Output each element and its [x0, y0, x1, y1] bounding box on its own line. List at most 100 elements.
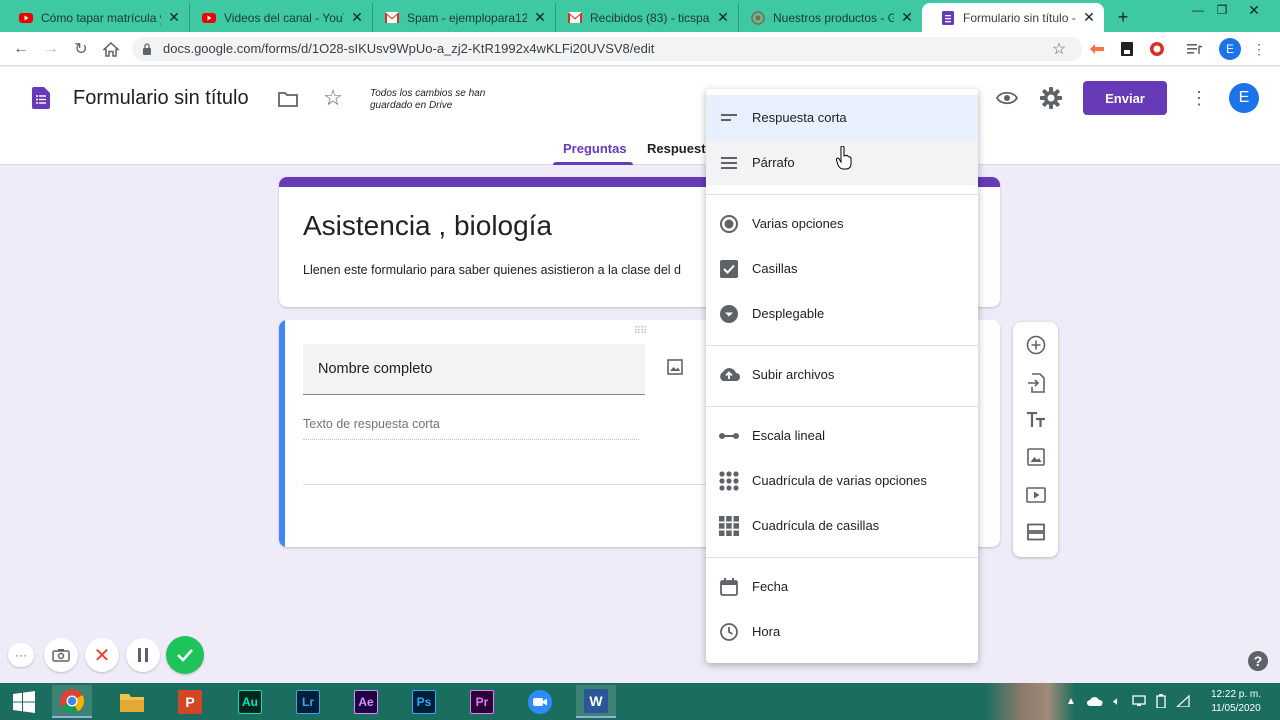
chrome-taskbar-icon[interactable]	[52, 685, 92, 718]
browser-tab[interactable]: Spam - ejemplopara123 ✕	[366, 3, 556, 32]
browser-tab[interactable]: Videos del canal - YouTu ✕	[183, 3, 373, 32]
close-icon[interactable]: ✕	[716, 9, 730, 26]
menu-item-short-answer[interactable]: Respuesta corta	[706, 95, 978, 140]
close-icon[interactable]: ✕	[533, 9, 547, 26]
add-image-icon[interactable]	[1013, 439, 1058, 475]
tab-label: Formulario sin título - Fo	[963, 10, 1076, 25]
recorder-more-icon[interactable]: ···	[8, 643, 34, 667]
extension-icon[interactable]	[1148, 40, 1166, 58]
menu-item-dropdown[interactable]: Desplegable	[706, 291, 978, 336]
premiere-icon[interactable]: Pr	[462, 685, 502, 718]
recorder-camera-icon[interactable]	[44, 638, 78, 672]
network-icon[interactable]	[1130, 693, 1148, 709]
forward-arrow-icon[interactable]: →	[40, 38, 62, 60]
onedrive-icon[interactable]	[1086, 693, 1104, 709]
close-icon[interactable]: ✕	[1082, 9, 1096, 26]
media-playlist-icon[interactable]	[1186, 40, 1204, 58]
lightroom-icon[interactable]: Lr	[288, 685, 328, 718]
recorder-pause-icon[interactable]	[126, 638, 160, 672]
tab-preguntas[interactable]: Preguntas	[563, 141, 627, 156]
close-icon[interactable]: ✕	[900, 9, 914, 26]
recorder-done-icon[interactable]	[166, 636, 204, 674]
close-icon[interactable]: ✕	[167, 9, 181, 26]
volume-icon[interactable]: 🔈︎	[1108, 693, 1126, 709]
form-title[interactable]: Asistencia , biología	[303, 210, 552, 242]
new-tab-button[interactable]: +	[1112, 6, 1134, 28]
forms-logo-icon[interactable]	[30, 86, 52, 110]
after-effects-icon[interactable]: Ae	[346, 685, 386, 718]
menu-divider	[706, 194, 978, 195]
signal-icon[interactable]	[1174, 693, 1192, 709]
menu-item-linear-scale[interactable]: Escala lineal	[706, 413, 978, 458]
menu-item-checkbox-grid[interactable]: Cuadrícula de casillas	[706, 503, 978, 548]
menu-divider	[706, 345, 978, 346]
powerpoint-icon[interactable]: P	[170, 685, 210, 718]
floating-toolbar	[1013, 322, 1058, 557]
address-bar[interactable]: docs.google.com/forms/d/1O28-sIKUsv9WpUo…	[132, 37, 1082, 61]
zoom-icon[interactable]	[520, 685, 560, 718]
menu-item-label: Párrafo	[752, 155, 795, 170]
menu-item-checkboxes[interactable]: Casillas	[706, 246, 978, 291]
form-description[interactable]: Llenen este formulario para saber quiene…	[303, 263, 707, 277]
close-icon[interactable]: ✕	[350, 9, 364, 26]
checkbox-icon	[706, 259, 752, 278]
preview-eye-icon[interactable]	[994, 86, 1020, 110]
window-close-button[interactable]: ✕	[1242, 0, 1266, 20]
file-explorer-icon[interactable]	[112, 685, 152, 718]
drag-handle-icon[interactable]: ⠿⠿	[631, 326, 649, 337]
menu-item-time[interactable]: Hora	[706, 609, 978, 654]
show-hidden-icons-icon[interactable]: ▲	[1064, 693, 1078, 709]
reload-icon[interactable]: ↻	[70, 38, 92, 60]
send-button[interactable]: Enviar	[1083, 81, 1167, 115]
menu-item-multiple-choice[interactable]: Varias opciones	[706, 201, 978, 246]
back-arrow-icon[interactable]: ←	[10, 38, 32, 60]
lock-icon	[140, 41, 154, 57]
browser-menu-icon[interactable]: ⋮	[1250, 38, 1268, 60]
browser-tab-active[interactable]: Formulario sin título - Fo ✕	[922, 3, 1104, 32]
restore-button[interactable]: ❐	[1210, 0, 1234, 20]
form-document-title[interactable]: Formulario sin título	[73, 87, 249, 110]
extension-icon[interactable]	[1088, 40, 1106, 58]
clock-icon	[706, 622, 752, 641]
add-title-icon[interactable]	[1013, 402, 1058, 438]
short-text-icon	[706, 113, 752, 122]
mouse-cursor-icon	[835, 145, 852, 170]
clock-date: 11/05/2020	[1211, 703, 1261, 714]
add-video-icon[interactable]	[1013, 477, 1058, 513]
question-title-field[interactable]: Nombre completo	[303, 344, 645, 395]
home-icon[interactable]	[100, 38, 122, 60]
menu-item-label: Fecha	[752, 579, 789, 594]
radio-icon	[706, 214, 752, 233]
menu-item-file-upload[interactable]: Subir archivos	[706, 352, 978, 397]
star-bookmark-icon[interactable]: ☆	[1048, 38, 1070, 60]
photoshop-icon[interactable]: Ps	[404, 685, 444, 718]
minimize-button[interactable]: —	[1186, 0, 1210, 20]
settings-gear-icon[interactable]	[1039, 86, 1063, 110]
taskbar-clock[interactable]: 12:22 p. m. 11/05/2020	[1198, 688, 1274, 716]
browser-tab[interactable]: Cómo tapar matrícula y ✕	[0, 3, 190, 32]
windows-start-icon[interactable]	[4, 685, 44, 718]
recorder-cancel-icon[interactable]: ✕	[85, 638, 119, 672]
audition-icon[interactable]: Au	[230, 685, 270, 718]
star-icon[interactable]: ☆	[321, 85, 345, 110]
avatar[interactable]: E	[1229, 83, 1259, 113]
browser-tab[interactable]: Recibidos (83) - ticspara ✕	[549, 3, 739, 32]
profile-avatar[interactable]: E	[1219, 38, 1241, 60]
add-question-icon[interactable]	[1013, 327, 1058, 363]
question-title: Nombre completo	[318, 361, 433, 377]
globe-icon	[751, 10, 765, 25]
word-icon[interactable]: W	[576, 685, 616, 718]
browser-tab[interactable]: Nuestros productos - G ✕	[732, 3, 922, 32]
tab-respuestas[interactable]: Respuestas	[647, 141, 707, 156]
extension-icon[interactable]	[1118, 40, 1136, 58]
add-section-icon[interactable]	[1013, 514, 1058, 550]
menu-item-date[interactable]: Fecha	[706, 564, 978, 609]
import-questions-icon[interactable]	[1013, 365, 1058, 401]
image-icon[interactable]	[664, 356, 686, 378]
menu-divider	[706, 557, 978, 558]
battery-icon[interactable]	[1152, 693, 1170, 709]
more-options-icon[interactable]: ⋮	[1188, 86, 1210, 110]
menu-item-multiple-choice-grid[interactable]: Cuadrícula de varias opciones	[706, 458, 978, 503]
folder-icon[interactable]	[276, 88, 300, 110]
help-icon[interactable]: ?	[1248, 651, 1268, 671]
